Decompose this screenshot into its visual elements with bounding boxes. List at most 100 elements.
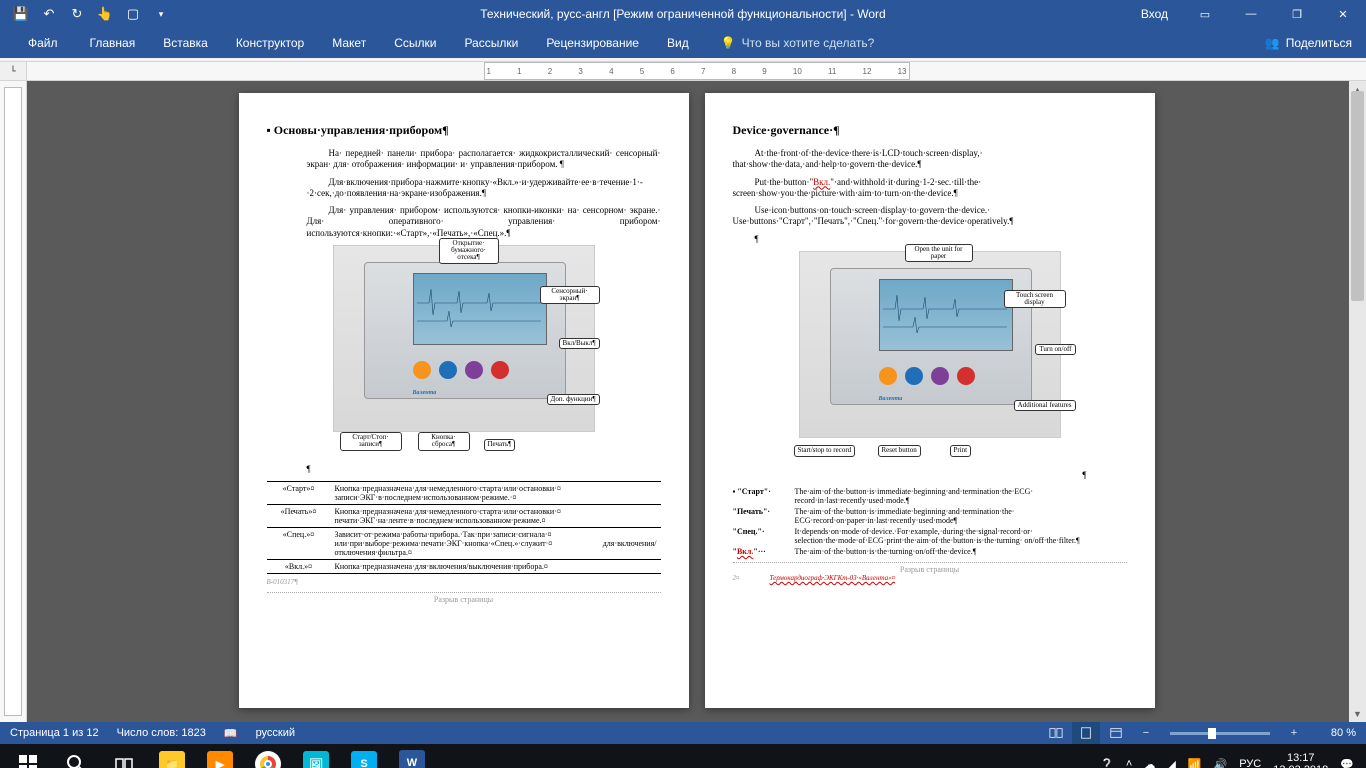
share-button[interactable]: 👥 Поделиться xyxy=(1265,36,1352,50)
tab-insert[interactable]: Вставка xyxy=(149,28,222,58)
tray-chevron-icon[interactable]: ˄ xyxy=(1126,758,1132,768)
horizontal-ruler[interactable]: ┗ 112345678910111213 xyxy=(0,62,1366,81)
tab-references[interactable]: Ссылки xyxy=(380,28,450,58)
status-words[interactable]: Число слов: 1823 xyxy=(117,727,206,739)
qat-dropdown-icon[interactable]: ▾ xyxy=(148,2,174,26)
media-player-icon[interactable]: ▶ xyxy=(196,744,244,768)
web-layout-icon[interactable] xyxy=(1102,722,1130,744)
cortana-search-icon[interactable] xyxy=(52,744,100,768)
login-button[interactable]: Вход xyxy=(1127,0,1182,28)
zoom-in-icon[interactable]: + xyxy=(1280,722,1308,744)
windows-taskbar: 📁 ▶ 🖼 S W ❔ ˄ ☁ ◢ 📶 🔊 РУС 13:17 13.03.20… xyxy=(0,744,1366,768)
device-power-icon xyxy=(957,367,975,385)
minimize-icon[interactable]: — xyxy=(1228,0,1274,28)
save-icon[interactable]: 💾 xyxy=(8,2,34,26)
skype-icon[interactable]: S xyxy=(340,744,388,768)
tab-layout[interactable]: Макет xyxy=(318,28,380,58)
footer-text: В-010317¶ xyxy=(267,578,661,586)
device-diagram: Валента Open the unit for paper Touch sc… xyxy=(799,251,1061,438)
device-spec-icon xyxy=(931,367,949,385)
device-power-icon xyxy=(491,361,509,379)
page-break: Разрыв страницы xyxy=(733,562,1127,574)
onedrive-icon[interactable]: ☁ xyxy=(1144,758,1155,768)
status-bar: Страница 1 из 12 Число слов: 1823 📖 русс… xyxy=(0,722,1366,744)
print-layout-icon[interactable] xyxy=(1072,722,1100,744)
ruler-corner[interactable]: ┗ xyxy=(0,62,27,80)
footer-text: Термокардиограф·ЭКГКт-03·«Валента»¤ xyxy=(770,574,896,582)
device-start-icon xyxy=(413,361,431,379)
scroll-down-icon[interactable]: ▼ xyxy=(1349,705,1366,722)
pmark: ¶ xyxy=(733,470,1087,481)
status-language[interactable]: русский xyxy=(256,727,295,739)
tell-me-label: Что вы хотите сделать? xyxy=(742,36,875,50)
bulb-icon: 💡 xyxy=(721,36,736,50)
device-start-icon xyxy=(879,367,897,385)
page-break: Разрыв страницы xyxy=(267,592,661,604)
callout-open-paper: Open the unit for paper xyxy=(905,244,973,263)
vertical-ruler[interactable] xyxy=(0,81,27,722)
tab-design[interactable]: Конструктор xyxy=(222,28,318,58)
status-page[interactable]: Страница 1 из 12 xyxy=(10,727,99,739)
page-title: Device·governance·¶ xyxy=(733,123,1127,138)
file-explorer-icon[interactable]: 📁 xyxy=(148,744,196,768)
callout-features: Доп. функции¶ xyxy=(547,394,600,405)
callout-reset: Reset button xyxy=(878,445,921,456)
vertical-scrollbar[interactable]: ▲ ▼ xyxy=(1349,81,1366,722)
ruler-scale: 112345678910111213 xyxy=(484,62,910,80)
start-button[interactable] xyxy=(4,744,52,768)
photos-icon[interactable]: 🖼 xyxy=(292,744,340,768)
task-view-icon[interactable] xyxy=(100,744,148,768)
action-center-icon[interactable]: 💬 xyxy=(1340,758,1354,768)
tab-home[interactable]: Главная xyxy=(76,28,150,58)
close-icon[interactable]: ✕ xyxy=(1320,0,1366,28)
description-list: ▪ "Старт"·The·aim·of·the·button·is·immed… xyxy=(733,487,1127,556)
redo-icon[interactable]: ↻ xyxy=(64,2,90,26)
tab-mailings[interactable]: Рассылки xyxy=(450,28,532,58)
body-text: Put·the·button·"Вкл."·and·withhold·it·du… xyxy=(733,177,1127,200)
brand-label: Валента xyxy=(879,396,903,402)
page-title: ▪ Основы·управления·прибором¶ xyxy=(267,123,661,138)
footer-page-num: 2¤ xyxy=(733,574,740,582)
share-label: Поделиться xyxy=(1286,36,1352,50)
document-page-1[interactable]: ▪ Основы·управления·прибором¶ На· передн… xyxy=(239,93,689,708)
touch-mode-icon[interactable]: 👆 xyxy=(92,2,118,26)
pages-viewport[interactable]: ▪ Основы·управления·прибором¶ На· передн… xyxy=(27,81,1366,722)
wifi-icon[interactable]: 📶 xyxy=(1188,758,1202,768)
callout-touch: Сенсорный· экран¶ xyxy=(540,286,600,305)
app-title: Технический, русс-англ [Режим ограниченн… xyxy=(480,7,885,21)
network-icon[interactable]: ◢ xyxy=(1167,758,1175,768)
ribbon-display-icon[interactable]: ▭ xyxy=(1182,0,1228,28)
ribbon-tabs: Файл Главная Вставка Конструктор Макет С… xyxy=(0,28,1366,58)
scroll-thumb[interactable] xyxy=(1351,91,1364,301)
callout-open-paper: Открытие· бумажного· отсека¶ xyxy=(439,238,499,264)
zoom-slider[interactable] xyxy=(1170,732,1270,735)
callout-print: Print xyxy=(950,445,972,456)
device-spec-icon xyxy=(465,361,483,379)
tab-file[interactable]: Файл xyxy=(10,28,76,58)
pmark: ¶ xyxy=(267,464,661,475)
body-text: Для· управления· прибором· используются·… xyxy=(307,205,661,239)
spellcheck-icon[interactable]: 📖 xyxy=(224,727,238,740)
read-mode-icon[interactable] xyxy=(1042,722,1070,744)
description-table: «Старт»¤Кнопка·предназначена·для·немедле… xyxy=(267,481,661,574)
callout-onoff: Turn on/off xyxy=(1035,344,1075,355)
clock[interactable]: 13:17 13.03.2018 xyxy=(1273,752,1328,768)
tell-me-search[interactable]: 💡 Что вы хотите сделать? xyxy=(721,36,875,50)
language-indicator[interactable]: РУС xyxy=(1239,758,1261,768)
callout-touch: Touch screen display xyxy=(1004,290,1066,309)
document-page-2[interactable]: Device·governance·¶ At·the·front·of·the·… xyxy=(705,93,1155,708)
callout-startstop: Start/stop to record xyxy=(794,445,856,456)
undo-icon[interactable]: ↶ xyxy=(36,2,62,26)
callout-startstop: Старт/Стоп· записи¶ xyxy=(340,432,402,451)
tab-review[interactable]: Рецензирование xyxy=(532,28,653,58)
zoom-out-icon[interactable]: − xyxy=(1132,722,1160,744)
tab-view[interactable]: Вид xyxy=(653,28,703,58)
zoom-level[interactable]: 80 % xyxy=(1316,727,1356,739)
new-doc-icon[interactable]: ▢ xyxy=(120,2,146,26)
word-icon[interactable]: W xyxy=(388,743,436,768)
volume-icon[interactable]: 🔊 xyxy=(1214,758,1228,768)
help-icon[interactable]: ❔ xyxy=(1100,758,1114,768)
system-tray: ❔ ˄ ☁ ◢ 📶 🔊 РУС 13:17 13.03.2018 💬 xyxy=(1100,752,1362,768)
chrome-icon[interactable] xyxy=(244,744,292,768)
restore-icon[interactable]: ❐ xyxy=(1274,0,1320,28)
